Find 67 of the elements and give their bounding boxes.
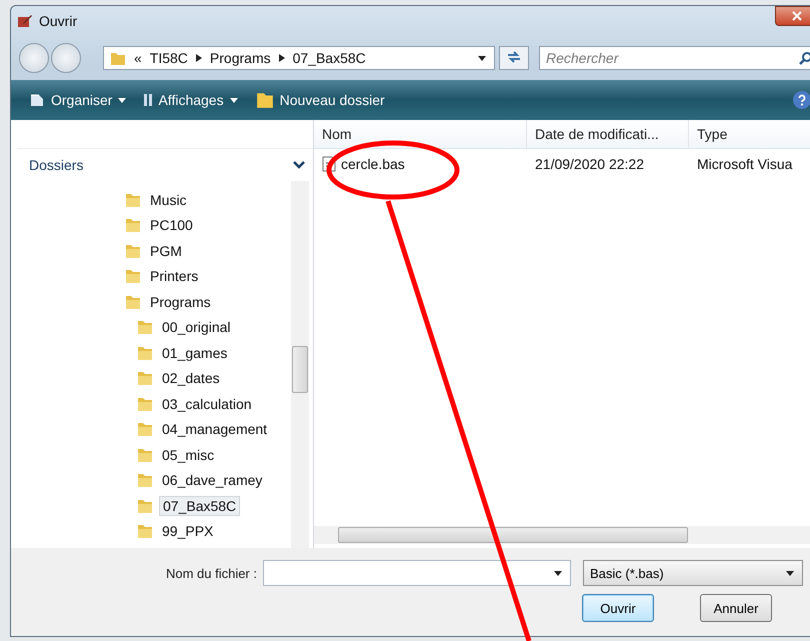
- columns-icon: [144, 94, 152, 106]
- horizontal-scrollbar[interactable]: [314, 526, 810, 544]
- forward-button[interactable]: [51, 43, 81, 73]
- folder-icon: [137, 522, 153, 540]
- breadcrumb[interactable]: 07_Bax58C: [292, 50, 366, 66]
- window-title: Ouvrir: [39, 13, 78, 29]
- dropdown-icon: [786, 570, 794, 576]
- table-cell-text: 21/09/2020 22:22: [534, 156, 645, 172]
- column-header[interactable]: Date de modificati...: [527, 120, 689, 148]
- folder-icon: [137, 471, 153, 490]
- back-button[interactable]: [19, 43, 49, 73]
- chevron-icon[interactable]: [196, 54, 202, 62]
- folder-item[interactable]: 07_Bax58C: [159, 496, 240, 516]
- address-bar[interactable]: « TI58C Programs 07_Bax58C: [103, 46, 495, 70]
- table-cell-text: Microsoft Visua: [696, 156, 794, 172]
- column-header[interactable]: Nom: [314, 120, 527, 148]
- toolbar-button[interactable]: Organiser: [23, 88, 132, 112]
- folder-icon: [137, 318, 153, 336]
- folder-item[interactable]: 06_dave_ramey: [159, 471, 266, 490]
- folder-icon: [137, 420, 153, 438]
- breadcrumb[interactable]: TI58C: [150, 50, 188, 66]
- help-icon: [793, 91, 810, 109]
- file-name[interactable]: cercle.bas: [341, 156, 405, 172]
- folder-icon: [125, 267, 141, 286]
- folder-item[interactable]: 02_dates: [159, 369, 223, 388]
- dropdown-icon[interactable]: [478, 56, 486, 60]
- folder-icon: [125, 216, 141, 234]
- refresh-button[interactable]: [499, 46, 529, 70]
- toolbar-button[interactable]: Nouveau dossier: [250, 87, 391, 113]
- file-type-dropdown[interactable]: Basic (*.bas): [583, 560, 803, 586]
- folder-icon: [110, 50, 126, 66]
- help-button[interactable]: [793, 91, 810, 109]
- close-button[interactable]: [775, 6, 810, 26]
- dialog-button[interactable]: Ouvrir: [582, 594, 654, 622]
- close-icon: [792, 11, 802, 21]
- collapse-icon[interactable]: [293, 161, 305, 169]
- toolbar-button[interactable]: Affichages: [138, 88, 244, 112]
- dropdown-icon[interactable]: [554, 570, 562, 576]
- chevron-icon[interactable]: [278, 54, 285, 62]
- arrows-icon: [506, 50, 522, 64]
- folder-item[interactable]: 03_calculation: [159, 394, 255, 413]
- folder-item[interactable]: Printers: [147, 267, 202, 286]
- folder-item[interactable]: 05_misc: [159, 446, 218, 464]
- overflow-chevron[interactable]: «: [134, 50, 142, 66]
- folder-item[interactable]: 99_PPX: [159, 522, 216, 540]
- search-icon: [799, 51, 810, 65]
- folder-icon: [256, 91, 274, 109]
- folder-item[interactable]: 04_management: [159, 420, 270, 438]
- page-icon: [29, 92, 45, 108]
- breadcrumb[interactable]: Programs: [210, 50, 271, 66]
- vertical-scrollbar[interactable]: [291, 181, 309, 548]
- pen-icon: [17, 13, 33, 29]
- folder-icon: [137, 369, 153, 388]
- scroll-thumb[interactable]: [338, 527, 688, 543]
- dialog-button[interactable]: Annuler: [700, 594, 772, 622]
- folder-item[interactable]: 00_original: [159, 318, 234, 336]
- folder-item[interactable]: PGM: [147, 242, 185, 260]
- filename-field[interactable]: [263, 560, 571, 586]
- folder-item[interactable]: Music: [147, 190, 190, 209]
- search-field[interactable]: Rechercher: [539, 46, 810, 70]
- folder-item[interactable]: PC100: [147, 216, 196, 234]
- column-header[interactable]: Type: [689, 120, 810, 148]
- filename-label: Nom du fichier :: [164, 566, 258, 580]
- folders-heading[interactable]: Dossiers: [29, 157, 84, 173]
- folder-item[interactable]: Programs: [147, 292, 214, 311]
- scroll-thumb[interactable]: [292, 346, 308, 393]
- folder-item[interactable]: 01_games: [159, 344, 230, 362]
